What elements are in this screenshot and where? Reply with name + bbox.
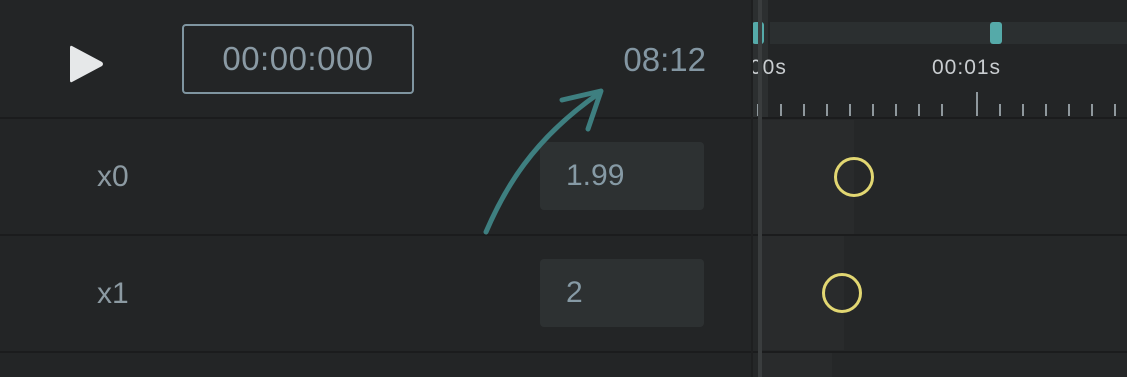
keyframe-x1[interactable] <box>822 273 862 313</box>
duration-label: 08:12 <box>623 41 706 78</box>
tick-label-0: 00s <box>750 56 787 79</box>
track-label-x1: x1 <box>97 277 129 310</box>
track-value-x1[interactable]: 2 <box>540 259 704 327</box>
panel-separator <box>751 0 753 377</box>
row-divider <box>0 351 1127 353</box>
play-button[interactable] <box>66 42 106 86</box>
play-icon <box>70 45 103 83</box>
ruler-ticks <box>757 92 1116 116</box>
tick-label-1: 00:01s <box>932 56 1002 79</box>
scroll-end-handle[interactable] <box>990 22 1002 44</box>
timeline-row-shade-x2 <box>762 352 832 377</box>
curved-arrow-icon <box>483 88 604 235</box>
keyframe-x0[interactable] <box>834 157 874 197</box>
timeline-scrollbar[interactable] <box>770 22 1127 44</box>
current-time-field[interactable]: 00:00:000 <box>182 24 414 94</box>
playhead[interactable] <box>758 0 762 377</box>
track-label-x0: x0 <box>97 160 129 193</box>
